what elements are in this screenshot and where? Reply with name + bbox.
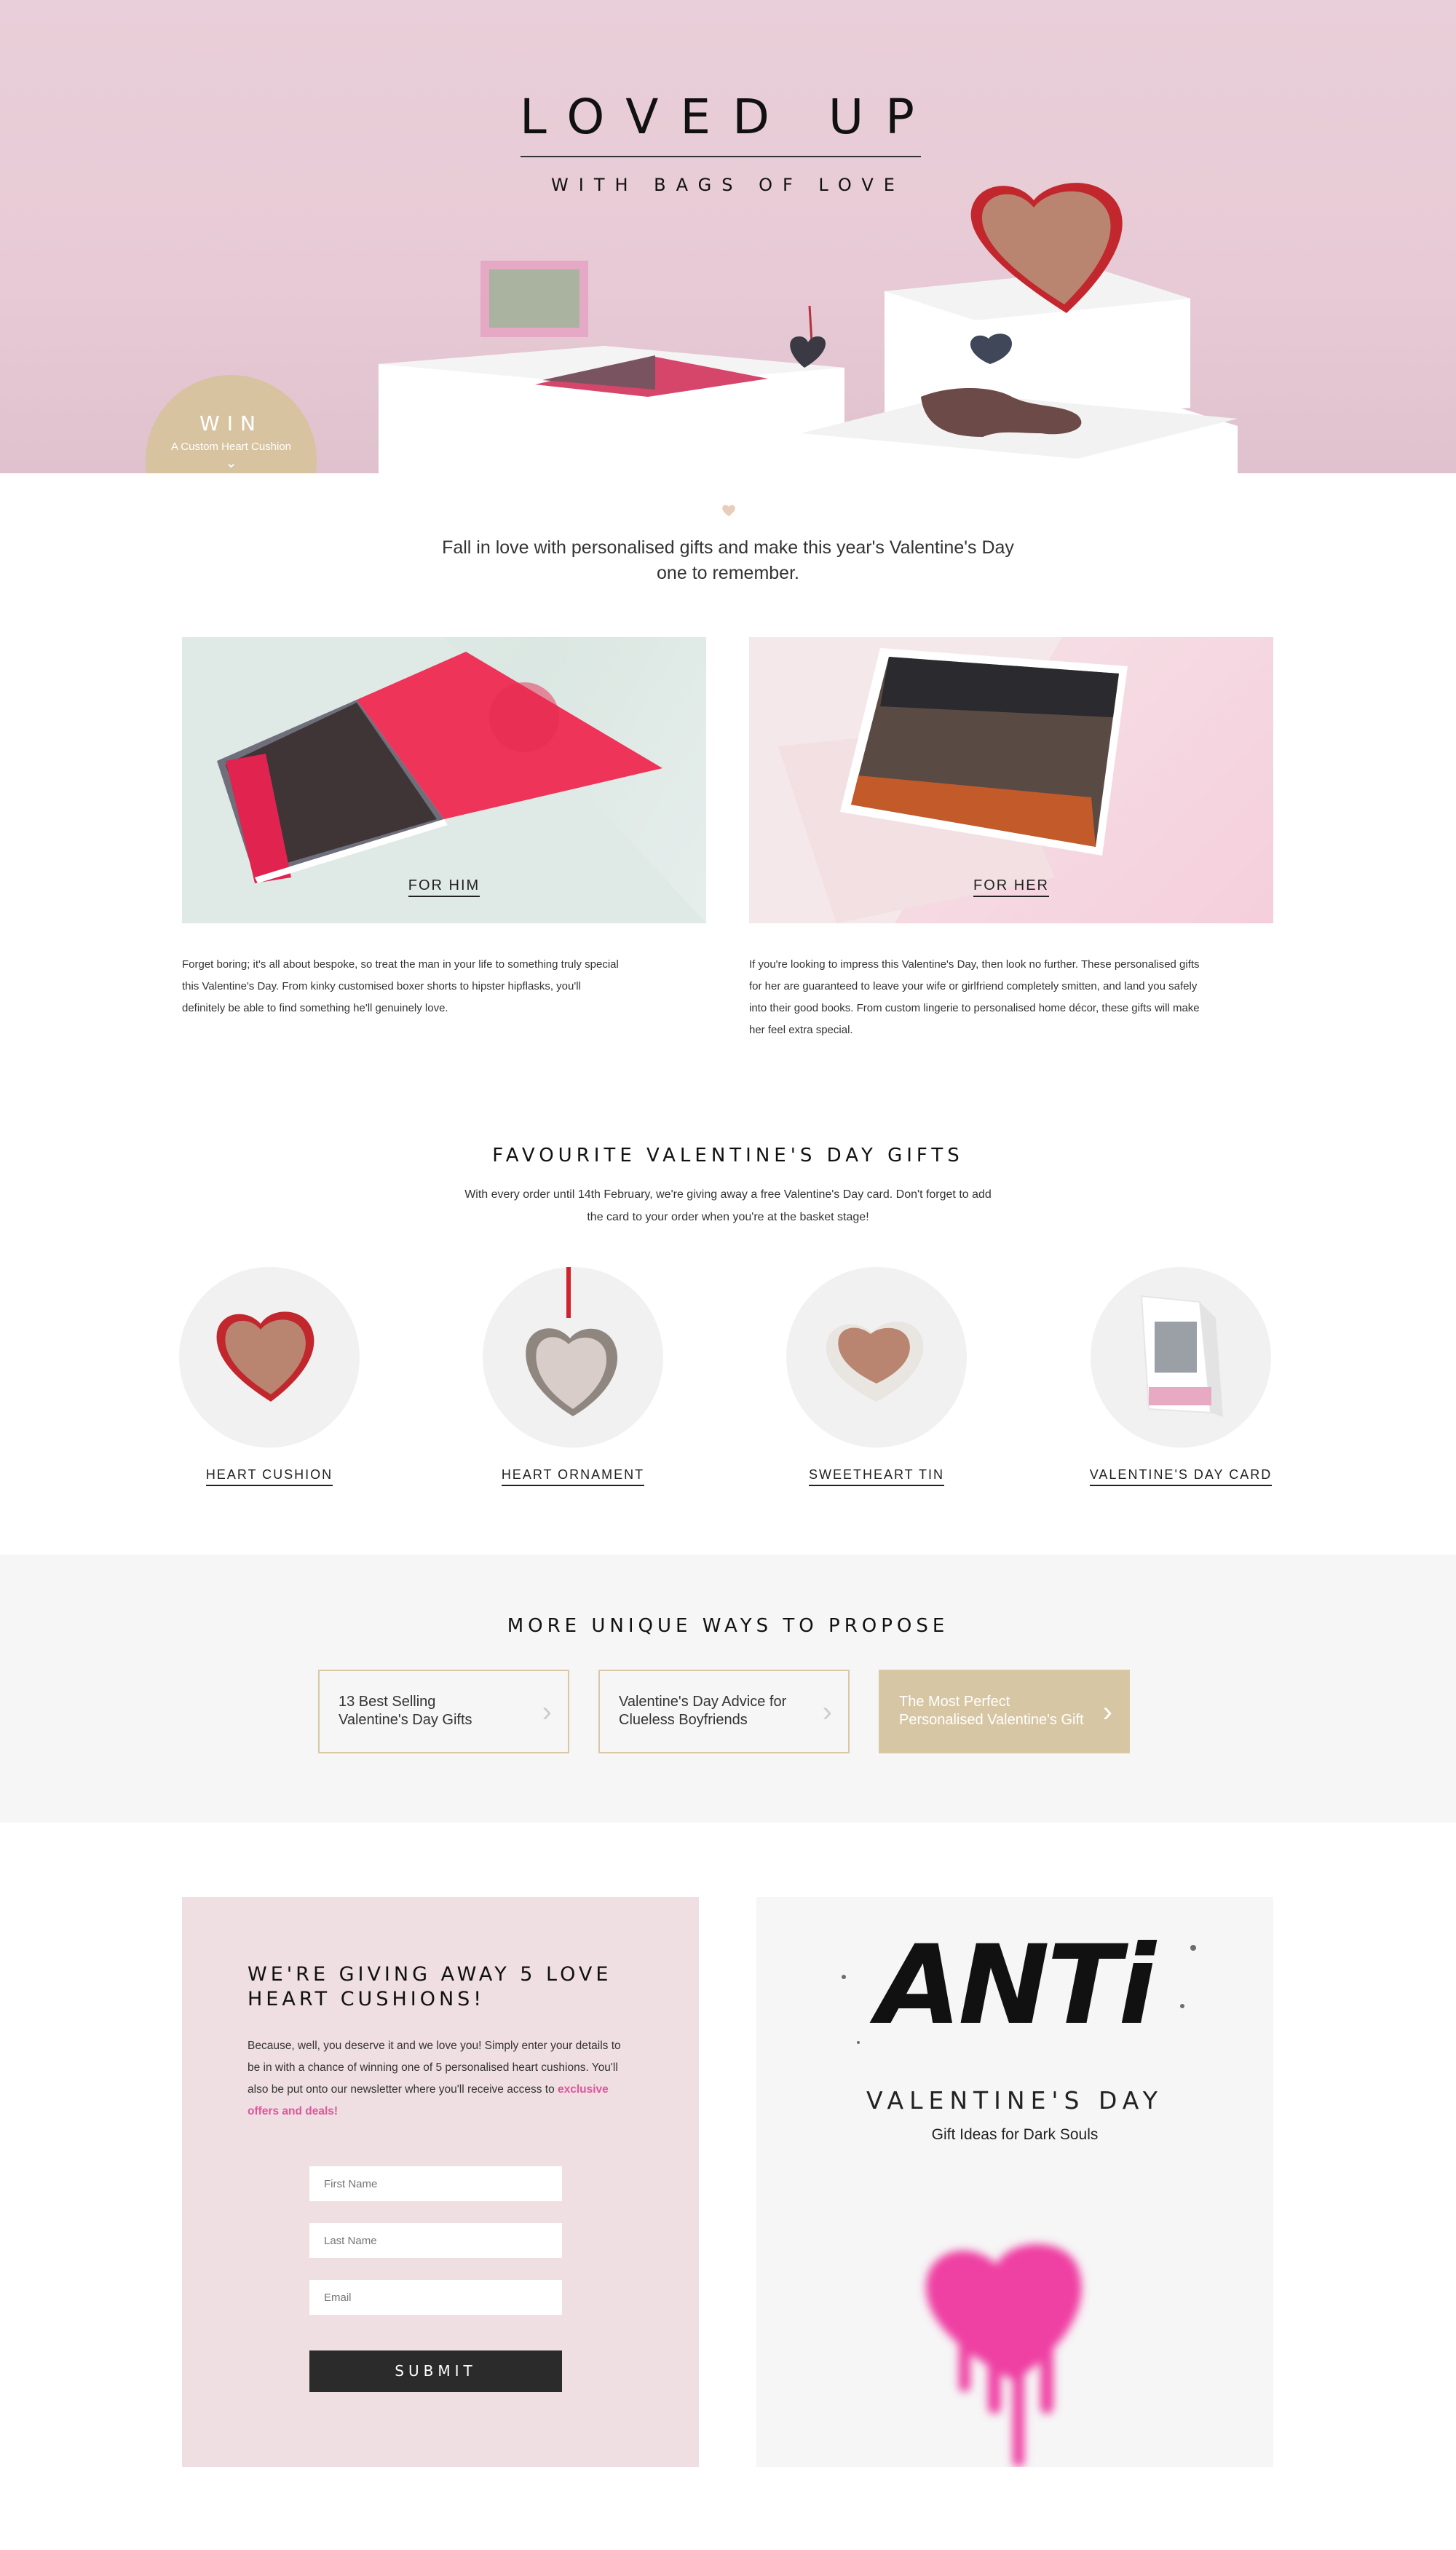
link-line1: 13 Best Selling	[339, 1694, 436, 1710]
valentines-card-link[interactable]: VALENTINE'S DAY CARD	[1072, 1467, 1290, 1486]
anti-valentines-title: VALENTINE'S DAY	[866, 2086, 1163, 2115]
heart-cushion-image	[216, 1311, 314, 1402]
chevron-right-icon: ›	[1102, 1696, 1112, 1728]
competition-title: WE'RE GIVING AWAY 5 LOVE HEART CUSHIONS!	[248, 1963, 612, 2010]
favourites-title: FAVOURITE VALENTINE'S DAY GIFTS	[492, 1145, 964, 1167]
hero-subtitle: WITH BAGS OF LOVE	[551, 175, 905, 195]
heart-cushion-product[interactable]	[179, 1267, 360, 1448]
chevron-down-icon: ⌄	[225, 455, 237, 471]
for-him-description: Forget boring; it's all about bespoke, s…	[182, 958, 619, 1014]
for-her-panel[interactable]: FOR HER	[749, 637, 1273, 923]
anti-wordmark: ANTi	[877, 1922, 1155, 2049]
link-line1: Valentine's Day Advice for	[619, 1694, 787, 1710]
hero-banner: LOVED UP WITH BAGS OF LOVE WIN A Custom …	[0, 0, 1456, 473]
win-subtitle: A Custom Heart Cushion	[170, 441, 292, 453]
for-him-panel[interactable]: FOR HIM	[182, 637, 706, 923]
hero-divider	[521, 156, 921, 157]
perfect-personalised-gift-link[interactable]: The Most Perfect Personalised Valentine'…	[879, 1670, 1130, 1753]
win-title: WIN	[199, 411, 263, 435]
heart-ornament-link[interactable]: HEART ORNAMENT	[464, 1467, 682, 1486]
for-her-description: If you're looking to impress this Valent…	[749, 958, 1200, 1036]
advice-clueless-boyfriends-link[interactable]: Valentine's Day Advice for Clueless Boyf…	[598, 1670, 850, 1753]
chevron-right-icon: ›	[542, 1696, 552, 1728]
valentines-card-image	[1140, 1295, 1223, 1417]
sweetheart-tin-image	[826, 1321, 924, 1402]
for-her-link[interactable]: FOR HER	[749, 877, 1273, 897]
email-field[interactable]	[309, 2280, 562, 2315]
first-name-field[interactable]	[309, 2166, 562, 2201]
last-name-field[interactable]	[309, 2223, 562, 2258]
chevron-right-icon: ›	[822, 1696, 832, 1728]
sweetheart-tin-link[interactable]: SWEETHEART TIN	[767, 1467, 986, 1486]
link-line2: Valentine's Day Gifts	[339, 1712, 472, 1728]
heart-icon	[722, 505, 735, 516]
sweetheart-tin-product[interactable]	[786, 1267, 967, 1448]
favourites-text: With every order until 14th February, we…	[464, 1188, 992, 1223]
best-selling-gifts-link[interactable]: 13 Best Selling Valentine's Day Gifts ›	[318, 1670, 569, 1753]
for-him-link[interactable]: FOR HIM	[182, 877, 706, 897]
valentines-card-product[interactable]	[1091, 1267, 1271, 1448]
anti-valentines-subtitle: Gift Ideas for Dark Souls	[931, 2126, 1099, 2143]
submit-button[interactable]: SUBMIT	[309, 2350, 562, 2392]
hero-title: LOVED UP	[520, 89, 936, 145]
propose-title: MORE UNIQUE WAYS TO PROPOSE	[507, 1615, 949, 1637]
link-line1: The Most Perfect	[899, 1694, 1010, 1710]
intro-text: Fall in love with personalised gifts and…	[442, 537, 1014, 583]
heart-ornament-image	[526, 1267, 618, 1416]
competition-text: Because, well, you deserve it and we lov…	[248, 2035, 626, 2123]
link-line2: Personalised Valentine's Gift	[899, 1712, 1084, 1728]
link-line2: Clueless Boyfriends	[619, 1712, 748, 1728]
heart-cushion-link[interactable]: HEART CUSHION	[160, 1467, 379, 1486]
heart-ornament-product[interactable]	[483, 1267, 663, 1448]
